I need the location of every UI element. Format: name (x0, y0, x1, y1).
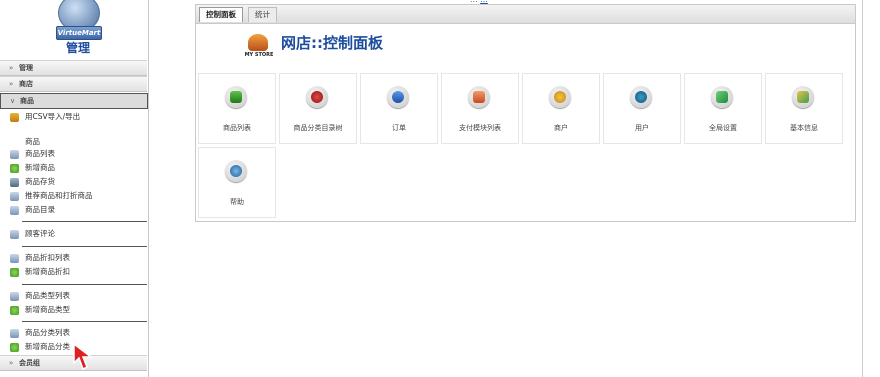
shopping-bag-icon (248, 34, 268, 51)
chevron-down-icon: ∨ (10, 97, 16, 105)
divider (22, 284, 147, 285)
pencil-icon (792, 86, 814, 108)
logo-banner: VirtueMart (56, 26, 102, 40)
mouse-cursor-icon (73, 343, 94, 371)
user-icon (630, 86, 652, 108)
menu-header-product[interactable]: ∨ 商品 (0, 93, 148, 109)
tile-basic-info[interactable]: 基本信息 (765, 73, 843, 144)
list-icon (10, 230, 19, 239)
sidebar-item-category-list[interactable]: 商品分类列表 (0, 326, 147, 340)
list-icon (10, 206, 19, 215)
tile-global-settings[interactable]: 全局设置 (684, 73, 762, 144)
sidebar-item-add-type[interactable]: 新增商品类型 (0, 303, 147, 317)
sidebar-item-reviews[interactable]: 顾客评论 (0, 227, 147, 241)
menu-header-manage[interactable]: » 管理 (0, 60, 147, 76)
add-icon (10, 164, 19, 173)
help-magnifier-icon (225, 160, 247, 182)
product-list-icon (225, 86, 247, 108)
divider (22, 246, 147, 247)
vendor-icon (549, 86, 571, 108)
inventory-icon (10, 178, 19, 187)
list-icon (10, 150, 19, 159)
tab-control-panel[interactable]: 控制面板 (199, 7, 243, 22)
wrench-icon (711, 86, 733, 108)
tile-orders[interactable]: 订单 (360, 73, 438, 144)
sidebar-item-inventory[interactable]: 商品存货 (0, 175, 147, 189)
tile-payment-modules[interactable]: 支付模块列表 (441, 73, 519, 144)
list-icon (10, 329, 19, 338)
logo-title: 管理 (65, 41, 90, 55)
orders-down-arrow-icon (387, 86, 409, 108)
tile-help[interactable]: 帮助 (198, 147, 276, 218)
sidebar-item-catalog[interactable]: 商品目录 (0, 203, 147, 217)
section-label-product: 商品 (25, 137, 40, 146)
payment-icon (468, 86, 490, 108)
add-icon (10, 306, 19, 315)
divider (22, 321, 147, 322)
my-store-logo: MY STORE (245, 32, 273, 60)
tile-product-list[interactable]: 商品列表 (198, 73, 276, 144)
divider (22, 221, 147, 222)
add-icon (10, 343, 19, 352)
tile-category-tree[interactable]: 商品分类目录树 (279, 73, 357, 144)
tab-bar: 控制面板 统计 (196, 5, 855, 24)
virtuemart-logo: VirtueMart 管理 (0, 0, 148, 60)
sidebar-item-csv[interactable]: 用CSV导入/导出 (0, 110, 147, 124)
tile-users[interactable]: 用户 (603, 73, 681, 144)
menu-header-store[interactable]: » 商店 (0, 76, 147, 92)
sidebar-item-product-list[interactable]: 商品列表 (0, 147, 147, 161)
tab-statistics[interactable]: 统计 (248, 7, 277, 22)
csv-icon (10, 113, 19, 122)
control-panel: 控制面板 统计 MY STORE 网店::控制面板 商品列表 商品分类目录树 订… (195, 4, 856, 222)
sidebar-item-add-product[interactable]: 新增商品 (0, 161, 147, 175)
sidebar-item-add-discount[interactable]: 新增商品折扣 (0, 265, 147, 279)
list-icon (10, 292, 19, 301)
chevron-right-icon: » (9, 359, 14, 367)
tile-vendors[interactable]: 商户 (522, 73, 600, 144)
sidebar-item-discount-list[interactable]: 商品折扣列表 (0, 251, 147, 265)
sidebar: VirtueMart 管理 » 管理 » 商店 ∨ 商品 用CSV导入/导出 商品 商… (0, 0, 149, 377)
list-icon (10, 254, 19, 263)
list-icon (10, 192, 19, 201)
chevron-right-icon: » (9, 80, 14, 88)
add-icon (10, 268, 19, 277)
sidebar-item-type-list[interactable]: 商品类型列表 (0, 289, 147, 303)
chevron-right-icon: » (9, 64, 14, 72)
category-tree-icon (306, 86, 328, 108)
sidebar-item-featured[interactable]: 推荐商品和打折商品 (0, 189, 147, 203)
page-title: 网店::控制面板 (281, 34, 383, 52)
page-edge-line (862, 0, 863, 377)
